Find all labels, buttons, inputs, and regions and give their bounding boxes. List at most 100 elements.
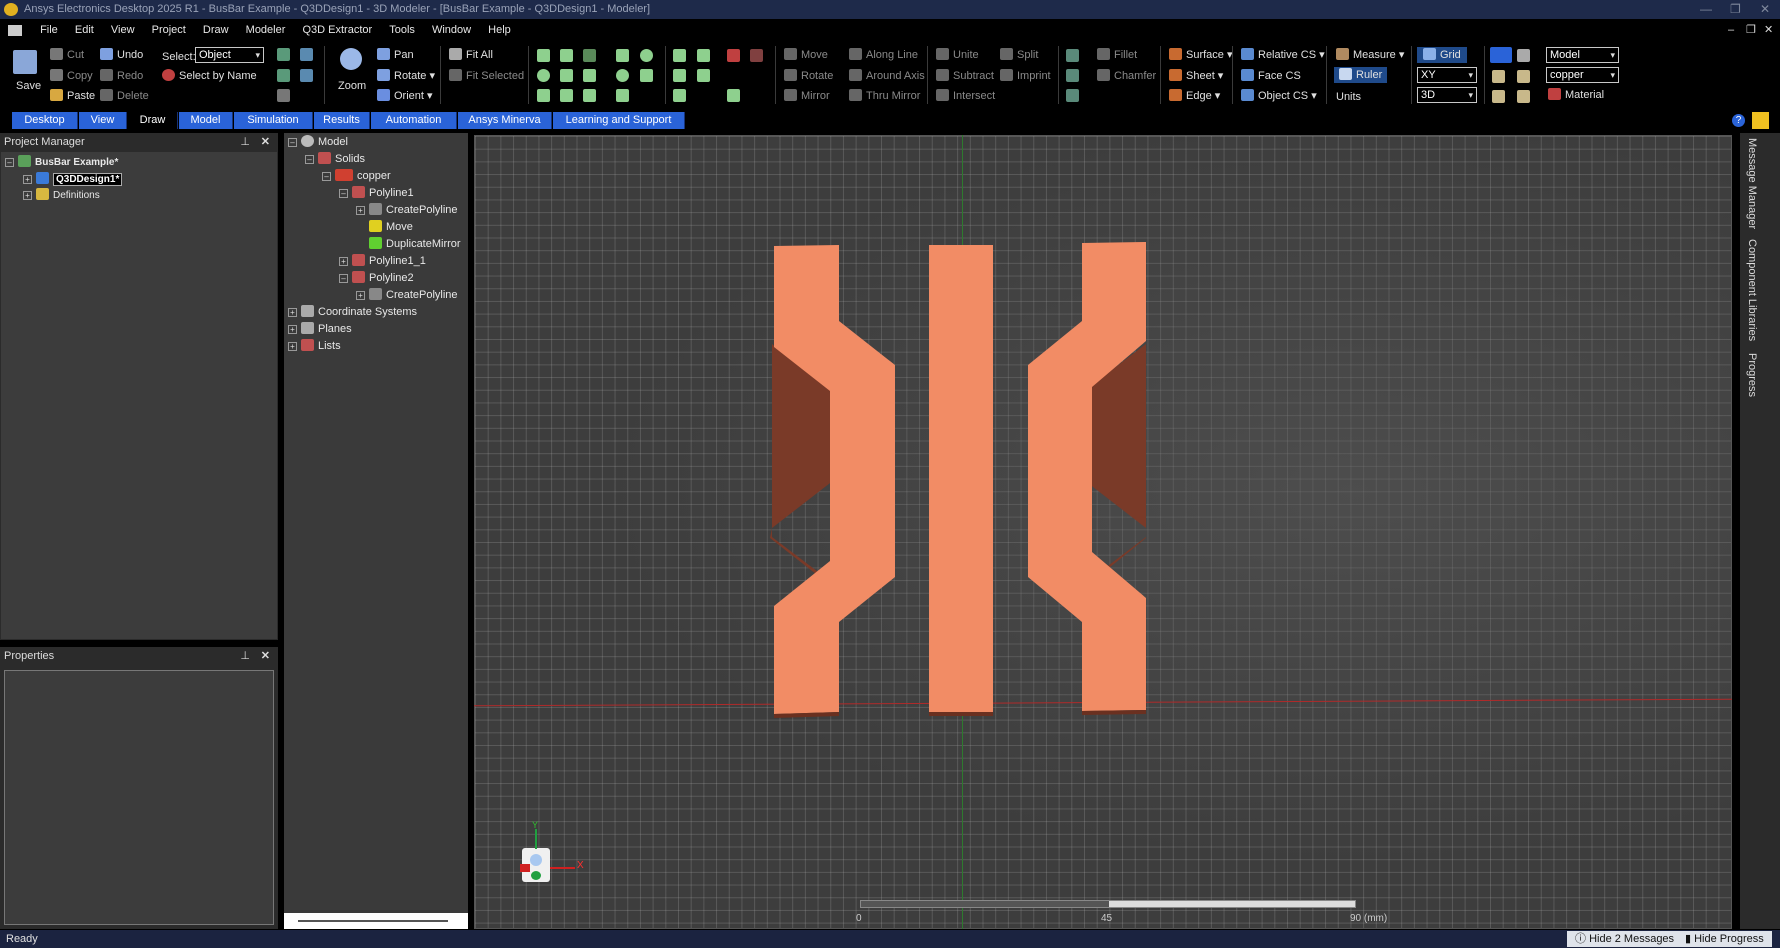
hide-progress-button[interactable]: ▮ Hide Progress — [1677, 931, 1772, 947]
project-item[interactable]: BusBar Example* — [35, 157, 118, 168]
material-dropdown[interactable]: copper — [1546, 67, 1619, 83]
collapse-icon[interactable]: – — [305, 155, 314, 164]
helix-icon[interactable] — [583, 49, 596, 62]
menu-file[interactable]: File — [33, 19, 65, 42]
expand-icon[interactable]: + — [339, 257, 348, 266]
view-hidden-icon[interactable] — [277, 69, 290, 82]
expand-icon[interactable]: + — [356, 291, 365, 300]
snap-settings-icon[interactable] — [1517, 49, 1530, 62]
expand-icon[interactable]: + — [288, 325, 297, 334]
measure-button[interactable]: Measure — [1353, 49, 1396, 61]
cone-icon[interactable] — [560, 49, 573, 62]
menu-draw[interactable]: Draw — [196, 19, 236, 42]
fit-all-button[interactable]: Fit All — [466, 49, 493, 61]
tree-polyline1[interactable]: Polyline1 — [369, 187, 414, 199]
expand-icon[interactable]: + — [288, 342, 297, 351]
save-icon[interactable] — [13, 50, 37, 74]
equation-surface-icon[interactable] — [640, 69, 653, 82]
thicken-icon[interactable] — [1066, 69, 1079, 82]
bondwire-icon[interactable] — [583, 89, 596, 102]
pan-button[interactable]: Pan — [394, 49, 414, 61]
tab-desktop[interactable]: Desktop — [12, 112, 78, 129]
tab-results[interactable]: Results — [314, 112, 370, 129]
plane-dropdown[interactable]: XY — [1417, 67, 1477, 83]
maximize-icon[interactable]: ❐ — [1730, 0, 1741, 19]
ruler-button[interactable]: Ruler — [1356, 69, 1382, 81]
expand-icon[interactable]: + — [356, 206, 365, 215]
horizontal-scrollbar[interactable] — [284, 913, 468, 929]
around-axis-button[interactable]: Around Axis — [866, 70, 925, 82]
ellipse-sheet-icon[interactable] — [640, 49, 653, 62]
folder-save-icon[interactable] — [1517, 90, 1530, 103]
intersect-button[interactable]: Intersect — [953, 90, 995, 102]
torus-icon[interactable] — [537, 89, 550, 102]
menu-project[interactable]: Project — [145, 19, 193, 42]
point-icon[interactable] — [727, 89, 740, 102]
save-button[interactable]: Save — [16, 79, 41, 93]
sweep-icon[interactable] — [1066, 49, 1079, 62]
undo-button[interactable]: Undo — [117, 49, 143, 61]
menu-q3d-extractor[interactable]: Q3D Extractor — [295, 19, 379, 42]
arc-icon[interactable] — [673, 69, 686, 82]
chevron-down-icon[interactable]: ▾ — [1316, 49, 1325, 61]
hide-messages-button[interactable]: ⓘ Hide 2 Messages — [1567, 931, 1683, 947]
fillet-button[interactable]: Fillet — [1114, 49, 1137, 61]
circle-icon[interactable] — [616, 69, 629, 82]
tree-solids[interactable]: Solids — [335, 153, 365, 165]
tab-ansys-minerva[interactable]: Ansys Minerva — [458, 112, 552, 129]
split-button[interactable]: Split — [1017, 49, 1038, 61]
busbar-model[interactable] — [770, 240, 1150, 720]
chevron-down-icon[interactable]: ▾ — [1396, 49, 1405, 61]
expand-icon[interactable]: + — [23, 191, 32, 200]
menu-window[interactable]: Window — [425, 19, 478, 42]
view-toggle-icon[interactable] — [277, 89, 290, 102]
pin-icon[interactable]: ⊥ — [240, 647, 250, 665]
polyline1-1-shape[interactable] — [1028, 242, 1146, 715]
unite-button[interactable]: Unite — [953, 49, 979, 61]
fit-selected-button[interactable]: Fit Selected — [466, 70, 524, 82]
design-item[interactable]: Q3DDesign1* — [53, 173, 123, 186]
pin-icon[interactable]: ⊥ — [240, 133, 250, 151]
connect-icon[interactable] — [1066, 89, 1079, 102]
mirror-button[interactable]: Mirror — [801, 90, 830, 102]
thru-mirror-button[interactable]: Thru Mirror — [866, 90, 920, 102]
edge-button[interactable]: Edge — [1186, 90, 1212, 102]
tree-coordinate-systems[interactable]: Coordinate Systems — [318, 306, 417, 318]
polyline2-shape[interactable] — [929, 245, 993, 716]
along-line-button[interactable]: Along Line — [866, 49, 918, 61]
close-icon[interactable]: ✕ — [261, 133, 270, 151]
region-alt-icon[interactable] — [750, 49, 763, 62]
close-window-icon[interactable]: ✕ — [1760, 0, 1770, 19]
zoom-button[interactable]: Zoom — [338, 79, 366, 93]
close-icon[interactable]: ✕ — [261, 647, 270, 665]
select-mode-dropdown[interactable]: Object — [195, 47, 264, 63]
region-icon[interactable] — [727, 49, 740, 62]
tab-learning-and-support[interactable]: Learning and Support — [553, 112, 685, 129]
relative-cs-button[interactable]: Relative CS — [1258, 49, 1316, 61]
chevron-down-icon[interactable]: ▾ — [1212, 90, 1221, 102]
tab-automation[interactable]: Automation — [371, 112, 457, 129]
polyline-icon[interactable] — [673, 89, 686, 102]
face-cs-button[interactable]: Face CS — [1258, 70, 1301, 82]
rectangle-icon[interactable] — [616, 49, 629, 62]
chevron-down-icon[interactable]: ▾ — [426, 70, 435, 82]
snap-grid-icon[interactable] — [1490, 47, 1512, 63]
spiral-icon[interactable] — [583, 69, 596, 82]
paste-button[interactable]: Paste — [67, 90, 95, 102]
sphere-icon[interactable] — [537, 69, 550, 82]
system-menu-icon[interactable] — [8, 24, 22, 36]
message-manager-tab[interactable]: Message Manager — [1744, 138, 1758, 229]
view-wire-icon[interactable] — [300, 48, 313, 61]
folder-open-icon[interactable] — [1492, 90, 1505, 103]
material-button[interactable]: Material — [1565, 89, 1604, 101]
chevron-down-icon[interactable]: ▾ — [424, 90, 433, 102]
units-button[interactable]: Units — [1336, 90, 1361, 104]
equation-curve-icon[interactable] — [697, 69, 710, 82]
polygon-icon[interactable] — [616, 89, 629, 102]
object-cs-button[interactable]: Object CS — [1258, 90, 1308, 102]
tree-lists[interactable]: Lists — [318, 340, 341, 352]
box-icon[interactable] — [537, 49, 550, 62]
tree-move[interactable]: Move — [386, 221, 413, 233]
subtract-button[interactable]: Subtract — [953, 70, 994, 82]
mdi-close-icon[interactable]: ✕ — [1764, 19, 1773, 42]
